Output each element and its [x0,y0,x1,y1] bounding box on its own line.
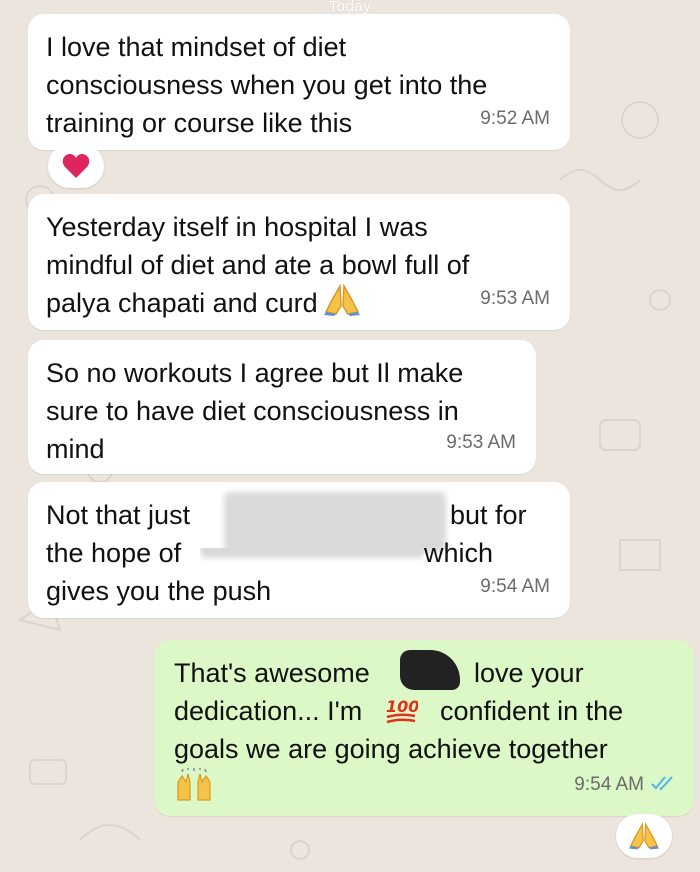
hundred-points-icon: 100 [386,697,418,724]
redacted-name [400,650,460,690]
message-text: but for [450,500,527,530]
message-text: Yesterday itself in hospital I was mindf… [46,212,470,318]
message-text: confident in the [440,696,624,726]
message-bubble-incoming[interactable]: Yesterday itself in hospital I was mindf… [28,194,570,330]
message-text: Not that just [46,500,191,530]
message-time: 9:53 AM [480,288,550,309]
message-text: love your [474,658,584,688]
message-time: 9:53 AM [446,432,516,453]
folded-hands-icon [629,822,659,850]
message-bubble-incoming[interactable]: So no workouts I agree but Il make sure … [28,340,536,474]
message-text: the hope of [46,538,182,568]
redacted-text [200,548,424,572]
message-time: 9:52 AM [480,108,550,129]
message-text: goals we are going achieve together [174,734,608,764]
folded-hands-icon [323,283,360,316]
message-reaction[interactable] [616,814,672,858]
message-reaction[interactable] [48,144,104,188]
message-text: which [424,538,494,568]
message-bubble-incoming[interactable]: Not that just but for the hope of which … [28,482,570,618]
message-time: 9:54 AM [480,576,550,597]
raising-hands-icon [177,768,211,801]
message-text: dedication... I'm [174,696,363,726]
svg-text:100: 100 [386,697,418,716]
message-text: gives you the push [46,576,272,606]
message-time: 9:54 AM [574,766,676,804]
heart-icon [62,154,90,178]
message-text: I love that mindset of diet consciousnes… [46,32,488,138]
message-bubble-outgoing[interactable]: That's awesome love your dedication... I… [154,640,694,816]
read-receipt-icon [651,776,673,791]
message-text: That's awesome [174,658,370,688]
message-bubble-incoming[interactable]: I love that mindset of diet consciousnes… [28,14,570,150]
